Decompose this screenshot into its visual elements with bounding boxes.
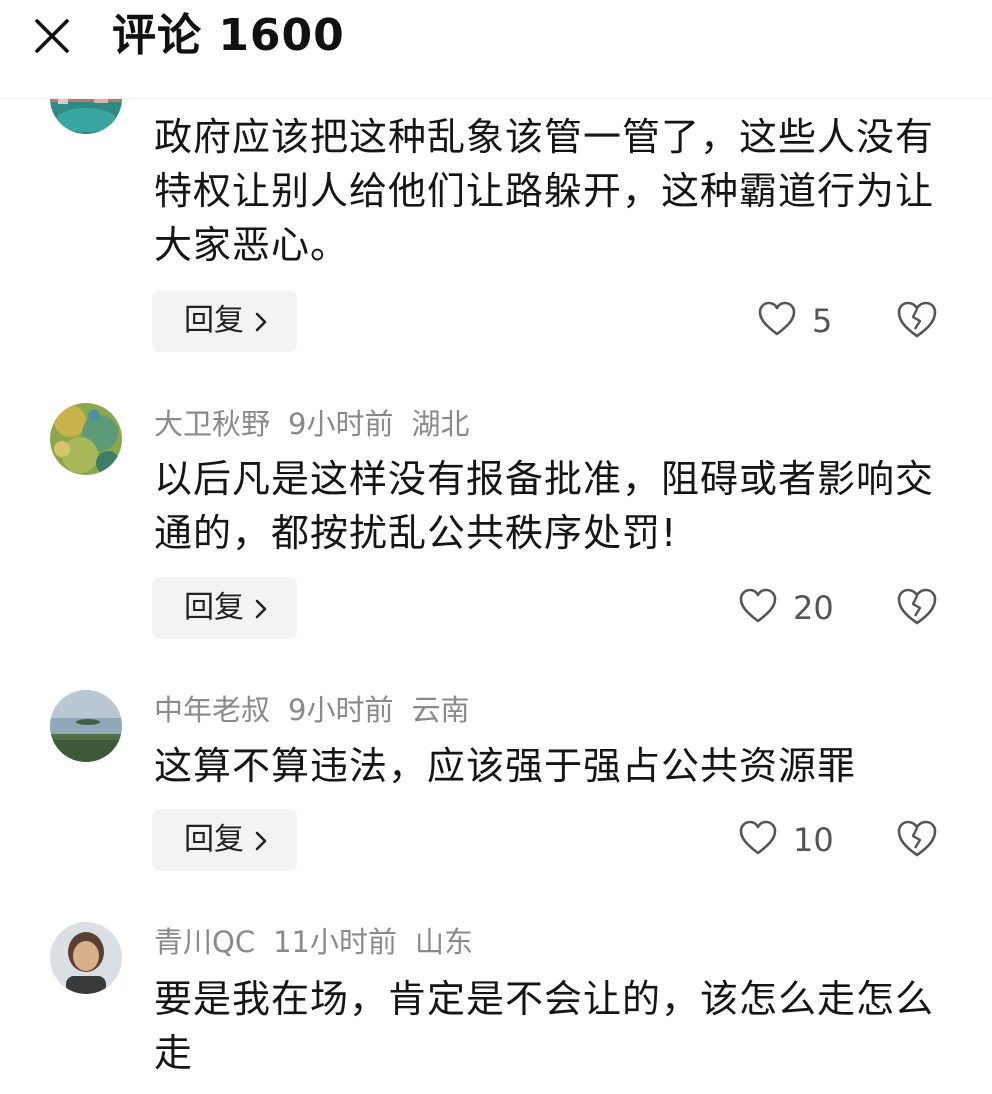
broken-heart-icon: [897, 588, 937, 625]
avatar-lake-icon: [50, 690, 122, 762]
close-button[interactable]: [28, 12, 78, 62]
comment-meta: 中年老叔 9小时前 云南: [154, 690, 487, 730]
author-name[interactable]: 大卫秋野: [154, 407, 270, 441]
author-name[interactable]: 青川QC: [154, 925, 255, 959]
avatar[interactable]: [50, 403, 122, 475]
chevron-right-icon: [255, 312, 267, 332]
broken-heart-icon: [897, 820, 937, 857]
heart-outline-icon: [739, 588, 777, 623]
comment-location: 云南: [411, 693, 470, 727]
like-button[interactable]: 5: [757, 296, 847, 346]
reply-button-label: 回复: [184, 822, 244, 857]
comment-text: 以后凡是这样没有报备批准，阻碍或者影响交通的，都按扰乱公共秩序处罚!: [154, 457, 935, 555]
comment-location: 湖北: [411, 407, 470, 441]
chevron-right-icon: [255, 831, 267, 851]
like-button[interactable]: 20: [738, 583, 848, 633]
comments-header: 评论 1600: [0, 0, 992, 99]
like-count: 20: [793, 589, 834, 627]
page-title: 评论 1600: [112, 10, 345, 61]
comment-text: 要是我在场，肯定是不会让的，该怎么走怎么走: [154, 977, 935, 1075]
comment-meta: 青川QC 11小时前 山东: [154, 922, 491, 962]
reply-button[interactable]: 回复: [152, 577, 297, 639]
like-button[interactable]: 10: [738, 815, 848, 865]
comment-text: 政府应该把这种乱象该管一管了，这些人没有特权让别人给他们让路躲开，这种霸道行为让…: [154, 115, 935, 267]
reply-button-label: 回复: [184, 303, 244, 338]
avatar-painting-icon: [50, 403, 122, 475]
reply-button-label: 回复: [184, 590, 244, 625]
like-count: 5: [812, 302, 833, 340]
dislike-button[interactable]: [895, 818, 939, 862]
comment-time: 9小时前: [288, 407, 394, 441]
heart-outline-icon: [739, 820, 777, 855]
close-icon: [35, 19, 69, 53]
dislike-button[interactable]: [895, 586, 939, 630]
author-name[interactable]: 中年老叔: [154, 693, 270, 727]
comment-time: 9小时前: [288, 693, 394, 727]
broken-heart-icon: [897, 301, 937, 338]
dislike-button[interactable]: [895, 299, 939, 343]
chevron-right-icon: [255, 599, 267, 619]
avatar-person-icon: [50, 922, 122, 994]
comment-list: 政府应该把这种乱象该管一管了，这些人没有特权让别人给他们让路躲开，这种霸道行为让…: [0, 0, 992, 1094]
comment-location: 山东: [414, 925, 473, 959]
comment-time: 11小时前: [273, 925, 397, 959]
comment-text: 这算不算违法，应该强于强占公共资源罪: [154, 744, 857, 788]
avatar[interactable]: [50, 690, 122, 762]
comment-meta: 大卫秋野 9小时前 湖北: [154, 404, 487, 444]
like-count: 10: [793, 821, 834, 859]
avatar[interactable]: [50, 922, 122, 994]
reply-button[interactable]: 回复: [152, 290, 297, 352]
heart-outline-icon: [758, 301, 796, 336]
reply-button[interactable]: 回复: [152, 809, 297, 871]
